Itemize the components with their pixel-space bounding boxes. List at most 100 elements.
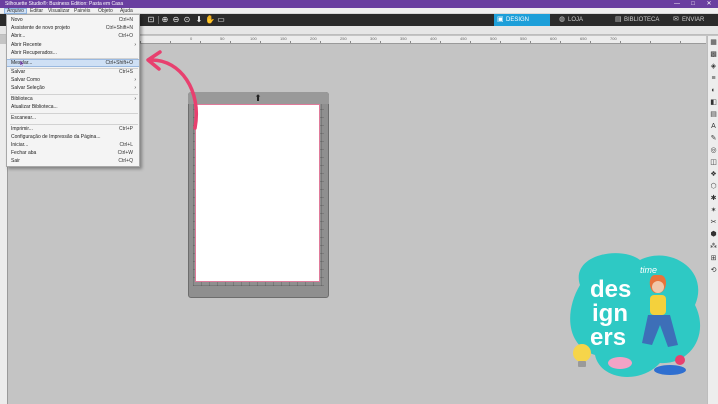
tab-enviar[interactable]: ✉ ENVIAR	[670, 14, 716, 26]
zoom-out-icon[interactable]: ⊖	[171, 15, 181, 25]
menu-item-atualizar-biblioteca[interactable]: Atualizar Biblioteca...	[7, 104, 139, 111]
zoom-fit-icon[interactable]: ⊙	[182, 15, 192, 25]
menu-item-salvar-como[interactable]: Salvar Como ›	[7, 77, 139, 84]
tab-enviar-label: ENVIAR	[682, 17, 705, 23]
sketch-icon[interactable]: ✎	[709, 134, 718, 143]
design-icon: ▣	[497, 16, 504, 23]
tab-loja-label: LOJA	[568, 17, 584, 23]
replicate-icon[interactable]: ❖	[709, 170, 718, 179]
menu-item-assistente[interactable]: Assistente de novo projeto Ctrl+Shift+N	[7, 25, 139, 32]
ruler-tick: 150	[280, 36, 287, 41]
menu-item-label: Salvar	[11, 69, 26, 75]
submenu-arrow-icon: ›	[134, 77, 136, 83]
menu-item-biblioteca[interactable]: Biblioteca ›	[7, 96, 139, 103]
submenu-arrow-icon: ›	[134, 42, 136, 48]
submenu-arrow-icon: ›	[134, 96, 136, 102]
move-down-icon[interactable]: ⬇	[194, 15, 204, 25]
design-page[interactable]	[195, 104, 320, 282]
menu-item-label: Abrir Recuperados...	[11, 50, 57, 56]
ruler-tick: 700	[610, 36, 617, 41]
menu-item-label: Iniciar...	[11, 142, 29, 148]
menu-item-config-impressao[interactable]: Configuração de Impressão da Página...	[7, 134, 139, 141]
title-bar: Silhouette Studio®: Business Edition: Pa…	[0, 0, 718, 8]
transparency-icon[interactable]: ◧	[709, 98, 718, 107]
menu-item-abrir-recente[interactable]: Abrir Recente ›	[7, 42, 139, 49]
menu-item-abrir[interactable]: Abrir... Ctrl+O	[7, 33, 139, 40]
logo-text-des: des	[590, 276, 631, 303]
menu-item-sair[interactable]: Sair Ctrl+Q	[7, 158, 139, 165]
tab-design[interactable]: ▣ DESIGN	[494, 14, 550, 26]
ruler-tick: 450	[460, 36, 467, 41]
align-icon[interactable]: ⊞	[709, 254, 718, 263]
menu-item-mesclar[interactable]: Mesclar...Ctrl+Shift+O	[7, 59, 139, 67]
menu-item-imprimir[interactable]: Imprimir... Ctrl+P	[7, 126, 139, 133]
menu-item-label: Salvar Seleção	[11, 85, 45, 91]
ruler-tick: 250	[340, 36, 347, 41]
ruler-tick: 650	[580, 36, 587, 41]
tab-biblioteca-label: BIBLIOTECA	[624, 17, 660, 23]
zoom-in-icon[interactable]: ⊕	[160, 15, 170, 25]
star-icon[interactable]: ✱	[709, 194, 718, 203]
transform-icon[interactable]: ⟲	[709, 266, 718, 275]
ruler-tick: 600	[550, 36, 557, 41]
knife-icon[interactable]: ✂	[709, 218, 718, 227]
library-icon: ▤	[615, 16, 622, 23]
offset-icon[interactable]: ◫	[709, 158, 718, 167]
submenu-arrow-icon: ›	[134, 85, 136, 91]
menu-item-shortcut: Ctrl+Shift+O	[105, 60, 133, 66]
pan-hand-icon[interactable]: ✋	[205, 15, 215, 25]
window-title: Silhouette Studio®: Business Edition: Pa…	[5, 1, 124, 7]
text-icon[interactable]: A	[709, 122, 718, 131]
tab-biblioteca[interactable]: ▤ BIBLIOTECA	[612, 14, 666, 26]
logo-text-time: time	[640, 265, 657, 275]
menu-item-salvar-selecao[interactable]: Salvar Seleção ›	[7, 85, 139, 92]
menu-item-label: Atualizar Biblioteca...	[11, 104, 58, 110]
menu-item-label: Escanear...	[11, 115, 37, 121]
file-menu-dropdown: Novo Ctrl+N Assistente de novo projeto Ctr…	[6, 14, 140, 167]
ruler-tick: 350	[400, 36, 407, 41]
trace-icon[interactable]: ◎	[709, 146, 718, 155]
line-style-icon[interactable]: ≡	[709, 74, 718, 83]
gradient-icon[interactable]: ◐	[709, 86, 718, 95]
menu-item-fechar-aba[interactable]: Fechar aba Ctrl+W	[7, 150, 139, 157]
menu-item-salvar[interactable]: Salvar Ctrl+S	[7, 69, 139, 76]
store-icon: ◍	[559, 16, 566, 23]
menu-item-shortcut: Ctrl+L	[119, 142, 133, 148]
minimize-button[interactable]: —	[671, 0, 683, 8]
rhinestone-icon[interactable]: ⁂	[709, 242, 718, 251]
menu-item-label: Imprimir...	[11, 126, 33, 132]
ruler-tick: 500	[490, 36, 497, 41]
menu-separator	[10, 94, 138, 95]
menu-separator	[10, 124, 138, 125]
warp-icon[interactable]: ✶	[709, 206, 718, 215]
menu-item-label: Configuração de Impressão da Página...	[11, 134, 101, 140]
layers-icon[interactable]: ▤	[709, 110, 718, 119]
menu-item-label: Abrir Recente	[11, 42, 42, 48]
menu-item-label: Fechar aba	[11, 150, 37, 156]
tab-design-label: DESIGN	[506, 17, 530, 23]
toolbar-separator	[158, 16, 159, 24]
fit-page-icon[interactable]: ▭	[216, 15, 226, 25]
menu-item-label: Salvar Como	[11, 77, 40, 83]
menu-item-shortcut: Ctrl+O	[118, 33, 133, 39]
select-all-icon[interactable]: ⊡	[146, 15, 156, 25]
page-setup-icon[interactable]: ▦	[709, 38, 718, 47]
logo-text-ers: ers	[590, 324, 626, 351]
close-button[interactable]: ✕	[703, 0, 715, 8]
modify-icon[interactable]: ⬡	[709, 182, 718, 191]
menu-item-abrir-recuperados[interactable]: Abrir Recuperados...	[7, 50, 139, 57]
menu-item-shortcut: Ctrl+S	[118, 69, 133, 75]
grid-icon[interactable]: ▩	[709, 50, 718, 59]
menu-item-novo[interactable]: Novo Ctrl+N	[7, 17, 139, 24]
menu-item-escanear[interactable]: Escanear...	[7, 115, 139, 122]
maximize-button[interactable]: □	[687, 0, 699, 8]
fill-icon[interactable]: ◈	[709, 62, 718, 71]
menu-item-label: Abrir...	[11, 33, 26, 39]
menu-item-label: Biblioteca	[11, 96, 33, 102]
tab-loja[interactable]: ◍ LOJA	[556, 14, 608, 26]
menu-item-iniciar[interactable]: Iniciar... Ctrl+L	[7, 142, 139, 149]
mouse-cursor-icon	[20, 60, 25, 67]
menu-item-shortcut: Ctrl+P	[118, 126, 133, 132]
nesting-icon[interactable]: ⬢	[709, 230, 718, 239]
menu-item-shortcut: Ctrl+N	[118, 17, 133, 23]
